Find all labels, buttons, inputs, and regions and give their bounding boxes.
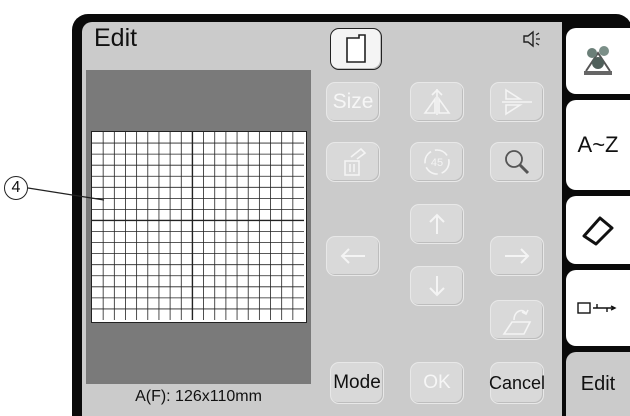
mode-button[interactable]: Mode [330,362,384,404]
page-icon [346,34,366,63]
move-left-button[interactable] [326,236,380,276]
tab-patterns[interactable] [566,28,630,94]
tab-edit[interactable]: Edit [566,352,630,416]
hoop-size-status: A(F): 126x110mm [135,388,262,405]
rotate-button[interactable]: 45 [410,142,464,182]
speaker-icon[interactable] [522,30,542,53]
center-button[interactable] [490,300,544,340]
move-up-button[interactable] [410,204,464,244]
cancel-button[interactable]: Cancel [489,362,545,404]
arrow-down-icon [429,276,445,297]
tab-usb[interactable] [566,270,630,346]
page-layout-button[interactable] [330,28,382,70]
grid-lines [92,132,304,320]
move-down-button[interactable] [410,266,464,306]
center-return-icon [502,309,532,335]
usb-icon [577,302,617,314]
delete-button[interactable] [326,142,380,182]
embroidery-pattern-icon [584,46,612,75]
svg-text:45: 45 [431,157,443,169]
page-title: Edit [94,24,138,52]
move-right-button[interactable] [490,236,544,276]
callout-number: 4 [4,176,28,200]
zoom-button[interactable] [490,142,544,182]
tab-characters[interactable]: A~Z [566,100,630,190]
magnifier-icon [505,150,530,175]
mirror-button[interactable] [410,82,464,122]
rotate-45-icon: 45 [424,149,450,175]
size-button[interactable]: Size [326,82,380,122]
hoop-grid [91,131,307,323]
trash-icon [344,147,367,176]
mirror-icon [423,88,451,115]
arrow-up-icon [429,213,445,234]
flip-icon [502,88,532,116]
tab-eraser[interactable] [566,196,630,264]
ok-button[interactable]: OK [410,362,464,404]
arrow-left-icon [340,248,365,264]
flip-button[interactable] [490,82,544,122]
eraser-icon [582,216,614,246]
arrow-right-icon [505,248,530,264]
